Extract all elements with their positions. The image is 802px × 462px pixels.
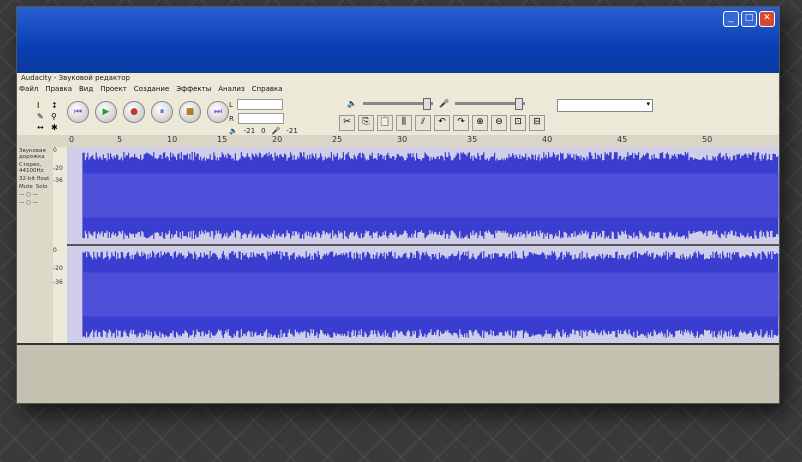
- title-bar: _ □ ✕: [17, 7, 779, 73]
- ruler-tick: 45: [617, 135, 628, 144]
- track-info-format: Стерео, 44100Hz: [19, 162, 44, 174]
- meter-right: [237, 113, 284, 124]
- zoom-tool-icon[interactable]: ⚲: [51, 112, 63, 121]
- skip-end-icon: ⏭: [213, 107, 223, 117]
- waveform-rms: [83, 272, 779, 317]
- ruler-tick: 35: [467, 135, 478, 144]
- pause-button[interactable]: ⏸: [151, 101, 173, 123]
- mixer-toolbar: 🔈 🎤: [347, 98, 525, 110]
- window-title: Audacity - Звуковой редактор: [21, 74, 130, 82]
- redo-icon[interactable]: ↷: [453, 115, 469, 131]
- audacity-window: _ □ ✕ Audacity - Звуковой редактор Файл …: [16, 6, 780, 404]
- play-button[interactable]: ▶: [95, 101, 117, 123]
- ruler-tick: 0: [69, 135, 75, 144]
- input-volume-slider[interactable]: [454, 98, 525, 110]
- menu-view[interactable]: Вид: [79, 85, 93, 97]
- ruler-tick: 25: [332, 135, 343, 144]
- meter-left-label: L: [229, 100, 233, 109]
- envelope-tool-icon[interactable]: ↕: [51, 101, 63, 110]
- stop-icon: ■: [185, 107, 195, 117]
- selection-tool-icon[interactable]: I: [37, 101, 49, 110]
- pan-slider[interactable]: — ○ —: [17, 199, 53, 207]
- close-button[interactable]: ✕: [759, 11, 775, 27]
- menu-file[interactable]: Файл: [19, 85, 38, 97]
- mute-button[interactable]: Mute: [19, 184, 33, 190]
- fit-project-icon[interactable]: ⊟: [529, 115, 545, 131]
- window-controls: _ □ ✕: [723, 11, 775, 27]
- output-volume-slider[interactable]: [362, 98, 433, 110]
- zoom-in-icon[interactable]: ⊕: [472, 115, 488, 131]
- silence-icon[interactable]: ⫽: [415, 115, 431, 131]
- timeshift-tool-icon[interactable]: ↔: [37, 123, 49, 132]
- meter-left: [236, 99, 283, 110]
- pause-icon: ⏸: [159, 107, 165, 117]
- level-meters: L R 🔈 -21 0 🎤 -21: [229, 99, 298, 138]
- menu-generate[interactable]: Создание: [134, 85, 169, 97]
- copy-icon[interactable]: ⎘: [358, 115, 374, 131]
- playback-meter-value: -21: [243, 127, 256, 135]
- ruler-tick: 30: [397, 135, 408, 144]
- skip-start-button[interactable]: ⏮: [67, 101, 89, 123]
- menu-effects[interactable]: Эффекты: [176, 85, 211, 97]
- play-icon: ▶: [102, 107, 110, 117]
- skip-end-button[interactable]: ⏭: [207, 101, 229, 123]
- gain-slider[interactable]: — ○ —: [17, 191, 53, 199]
- toolbar: I ↕ ✎ ⚲ ↔ ✱ ⏮ ▶ ● ⏸ ■ ⏭ L R 🔈 -21 0 🎤 -2…: [17, 97, 779, 136]
- waveform-rms: [83, 173, 779, 218]
- db-label: -20: [53, 265, 63, 272]
- record-button[interactable]: ●: [123, 101, 145, 123]
- waveform-right-channel[interactable]: [67, 246, 779, 343]
- edit-toolbar: ✂ ⎘ 📋 ⫼ ⫽ ↶ ↷ ⊕ ⊖ ⊡ ⊟: [339, 115, 545, 131]
- empty-track-area[interactable]: [17, 343, 779, 403]
- solo-button[interactable]: Solo: [36, 184, 48, 190]
- ruler-tick: 10: [167, 135, 178, 144]
- output-volume-knob[interactable]: [422, 98, 431, 110]
- stop-button[interactable]: ■: [179, 101, 201, 123]
- record-icon: ●: [130, 107, 138, 117]
- zoom-out-icon[interactable]: ⊖: [491, 115, 507, 131]
- fit-selection-icon[interactable]: ⊡: [510, 115, 526, 131]
- meter-right-label: R: [229, 114, 234, 123]
- microphone-icon: 🎤: [438, 99, 449, 108]
- paste-icon[interactable]: 📋: [377, 115, 393, 131]
- db-label: -36: [53, 177, 63, 184]
- draw-tool-icon[interactable]: ✎: [37, 112, 49, 121]
- db-label: 0: [53, 147, 57, 154]
- menu-bar: Файл Правка Вид Проект Создание Эффекты …: [17, 85, 779, 97]
- track-name[interactable]: Звуковая дорожка: [17, 147, 53, 161]
- menu-analyze[interactable]: Анализ: [218, 85, 244, 97]
- skip-start-icon: ⏮: [73, 107, 83, 117]
- menu-project[interactable]: Проект: [100, 85, 127, 97]
- tools-palette: I ↕ ✎ ⚲ ↔ ✱: [37, 101, 63, 132]
- volume-icon: 🔈: [347, 99, 357, 108]
- menu-help[interactable]: Справка: [252, 85, 283, 97]
- playback-meter-zero: 0: [261, 127, 266, 135]
- ruler-tick: 15: [217, 135, 228, 144]
- mic-icon: 🎤: [271, 127, 281, 135]
- db-label: -36: [53, 279, 63, 286]
- db-scale: 0 -20 -36 0 -20 -36: [53, 147, 67, 343]
- maximize-button[interactable]: □: [741, 11, 757, 27]
- waveform-left-channel[interactable]: [67, 147, 779, 244]
- waveform-area[interactable]: [67, 147, 779, 343]
- input-device-select[interactable]: ▾: [557, 99, 653, 112]
- trim-icon[interactable]: ⫼: [396, 115, 412, 131]
- ruler-tick: 40: [542, 135, 553, 144]
- menu-edit[interactable]: Правка: [45, 85, 72, 97]
- transport-controls: ⏮ ▶ ● ⏸ ■ ⏭: [67, 101, 229, 123]
- ruler-tick: 5: [117, 135, 123, 144]
- ruler-tick: 50: [702, 135, 713, 144]
- input-volume-knob[interactable]: [514, 98, 523, 110]
- track-control-panel[interactable]: Звуковая дорожка Стерео, 44100Hz 32-bit …: [17, 147, 54, 343]
- minimize-button[interactable]: _: [723, 11, 739, 27]
- ruler-tick: 20: [272, 135, 283, 144]
- multi-tool-icon[interactable]: ✱: [51, 123, 63, 132]
- record-meter-value: -21: [286, 127, 298, 135]
- db-label: -20: [53, 165, 63, 172]
- cut-icon[interactable]: ✂: [339, 115, 355, 131]
- db-label: 0: [53, 247, 57, 254]
- track-info-bits: 32-bit float: [19, 176, 50, 182]
- speaker-icon: 🔈: [229, 127, 238, 135]
- undo-icon[interactable]: ↶: [434, 115, 450, 131]
